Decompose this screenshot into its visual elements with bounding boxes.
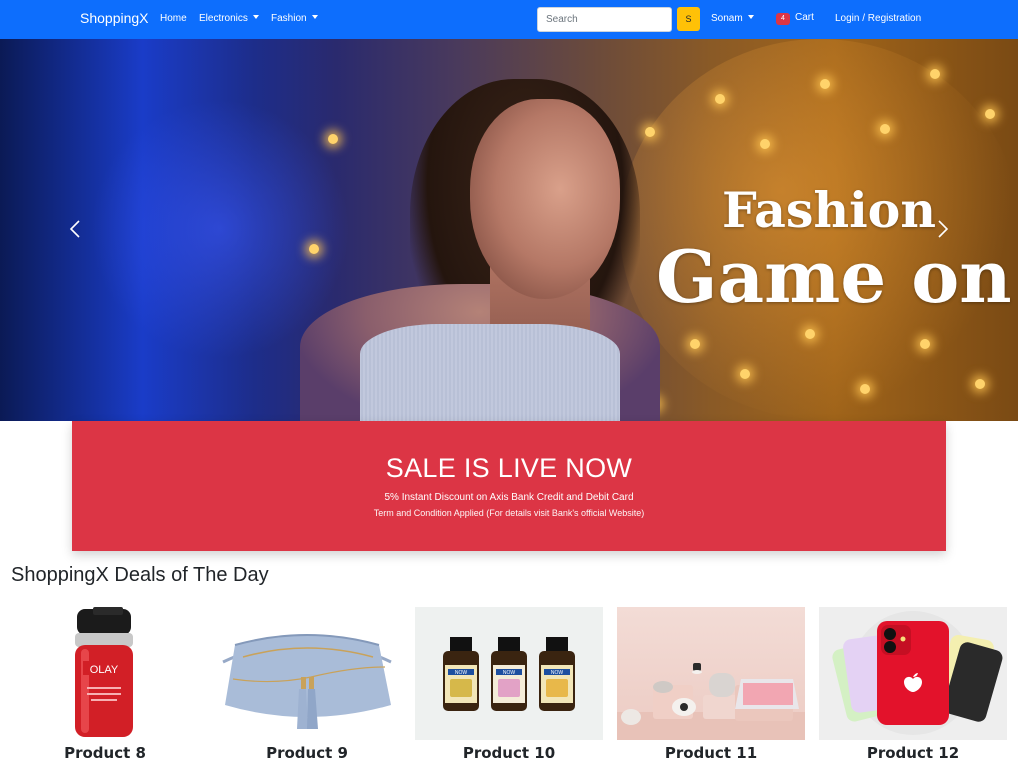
product-name[interactable]: Product 9 [213,744,401,762]
chevron-left-icon[interactable] [66,219,86,239]
bokeh-light [805,329,815,339]
login-registration-link[interactable]: Login / Registration [835,13,921,24]
search-input[interactable] [537,7,672,32]
product-image-essential-oils[interactable]: NOW NOW NOW [415,607,603,740]
bokeh-light [740,369,750,379]
bokeh-light [975,379,985,389]
hero-title-line1: Fashion [722,181,936,239]
olay-logo-text: OLAY [90,664,119,676]
bokeh-light [930,69,940,79]
user-name: Sonam [711,13,743,24]
bokeh-light [645,127,655,137]
navbar: ShoppingX Home Electronics Fashion S Son… [0,0,1018,39]
search-button[interactable]: S [677,7,700,31]
bokeh-light [820,79,830,89]
cart-link[interactable]: 4 Cart [776,12,814,25]
cart-count-badge: 4 [776,13,790,25]
user-dropdown[interactable]: Sonam [711,13,754,24]
caret-down-icon [747,15,754,19]
product-card[interactable]: NOW NOW NOW Product 10 [415,607,603,768]
svg-text:NOW: NOW [551,670,564,676]
svg-text:NOW: NOW [503,670,516,676]
bokeh-light [985,109,995,119]
chevron-right-icon[interactable] [932,219,952,239]
product-card[interactable]: Product 12 [819,607,1007,768]
model-tank-top [360,324,620,421]
cart-label: Cart [795,12,814,23]
product-name[interactable]: Product 11 [617,744,805,762]
hero-title-line2: Game on [656,234,1012,319]
nav-fashion-label: Fashion [271,13,307,24]
product-image-phone[interactable] [819,607,1007,740]
caret-down-icon [252,15,259,19]
nav-electronics-label: Electronics [199,13,248,24]
svg-text:NOW: NOW [455,670,468,676]
bokeh-light [880,124,890,134]
product-card[interactable]: Product 9 [213,607,401,768]
bokeh-light [860,384,870,394]
bokeh-light [328,134,338,144]
nav-electronics-dropdown[interactable]: Electronics [199,13,259,24]
bokeh-light [760,139,770,149]
hero-carousel[interactable]: Fashion Game on [0,39,1018,421]
caret-down-icon [311,15,318,19]
product-card[interactable]: Product 11 [617,607,805,768]
sale-offer-text: 5% Instant Discount on Axis Bank Credit … [384,492,634,503]
product-image-serum[interactable]: OLAY [11,607,199,740]
brand-logo[interactable]: ShoppingX [80,10,149,26]
bokeh-light [690,339,700,349]
product-name[interactable]: Product 8 [11,744,199,762]
product-name[interactable]: Product 12 [819,744,1007,762]
nav-fashion-dropdown[interactable]: Fashion [271,13,318,24]
nav-home[interactable]: Home [160,13,187,24]
product-image-smart-home[interactable] [617,607,805,740]
sale-title: SALE IS LIVE NOW [385,453,633,483]
product-card[interactable]: OLAY Product 8 [11,607,199,768]
product-image-bag[interactable] [213,607,401,740]
deals-heading: ShoppingX Deals of The Day [11,564,269,586]
bokeh-light [715,94,725,104]
product-name[interactable]: Product 10 [415,744,603,762]
bokeh-light [920,339,930,349]
sale-terms-text: Term and Condition Applied (For details … [373,508,645,518]
sale-banner[interactable]: SALE IS LIVE NOW 5% Instant Discount on … [72,421,946,551]
